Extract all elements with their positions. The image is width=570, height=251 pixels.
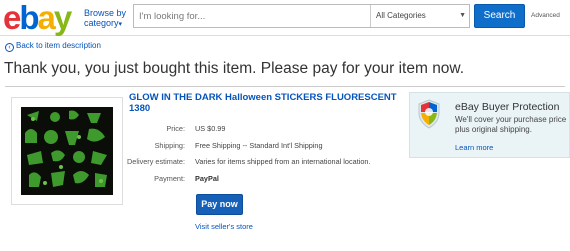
category-select[interactable]: All Categories ▼ (370, 5, 470, 27)
payment-value: PayPal (195, 174, 219, 183)
back-to-item-link[interactable]: ‹ Back to item description (5, 41, 101, 52)
delivery-value: Varies for items shipped from an interna… (195, 157, 371, 166)
delivery-row: Delivery estimate: Varies for items ship… (5, 157, 565, 166)
shipping-label: Shipping: (154, 141, 185, 150)
learn-more-link[interactable]: Learn more (455, 143, 493, 152)
logo-letter: b (19, 0, 39, 36)
shipping-value: Free Shipping -- Standard Int'l Shipping (195, 141, 323, 150)
header-bar: ebay Browse by category▾ All Categories … (0, 0, 570, 36)
search-input[interactable] (134, 5, 370, 27)
logo-letter: a (37, 0, 56, 36)
browse-label-line1: Browse by (84, 8, 127, 18)
buyer-protection-text: We'll cover your purchase price plus ori… (455, 115, 567, 134)
payment-label: Payment: (154, 174, 185, 183)
ebay-logo[interactable]: ebay (3, 0, 72, 36)
browse-label-line2: category (84, 18, 119, 28)
buyer-protection-panel: eBay Buyer Protection We'll cover your p… (409, 92, 570, 158)
advanced-search-link[interactable]: Advanced (531, 12, 560, 19)
visit-store-link[interactable]: Visit seller's store (195, 222, 253, 231)
pay-now-button[interactable]: Pay now (196, 194, 243, 215)
dropdown-arrow-icon: ▼ (459, 12, 466, 19)
back-arrow-icon: ‹ (5, 43, 14, 52)
item-thumbnail[interactable] (11, 97, 123, 205)
logo-letter: e (3, 0, 21, 36)
payment-row: Payment: PayPal (5, 174, 565, 183)
search-button[interactable]: Search (474, 4, 525, 28)
buyer-protection-title: eBay Buyer Protection (455, 101, 560, 113)
delivery-label: Delivery estimate: (127, 157, 185, 166)
back-link-label: Back to item description (16, 41, 101, 50)
shield-icon (418, 99, 440, 129)
chevron-down-icon: ▾ (118, 21, 123, 28)
price-label: Price: (166, 124, 185, 133)
logo-letter: y (53, 0, 72, 36)
browse-by-category[interactable]: Browse by category▾ (84, 8, 126, 30)
search-box: All Categories ▼ (133, 4, 470, 28)
item-title-link[interactable]: GLOW IN THE DARK Halloween STICKERS FLUO… (129, 92, 414, 114)
price-value: US $0.99 (195, 124, 226, 133)
page-title: Thank you, you just bought this item. Pl… (4, 60, 465, 77)
category-select-value: All Categories (376, 11, 426, 20)
